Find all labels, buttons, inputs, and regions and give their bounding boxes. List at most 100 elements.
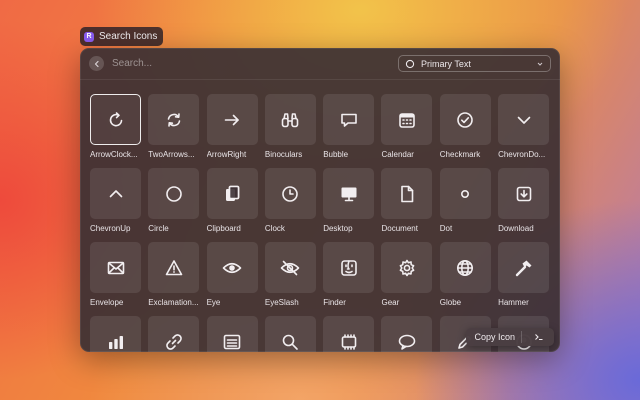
icon-tile[interactable] (323, 94, 375, 145)
icon-tile[interactable] (439, 242, 491, 293)
more-actions-button[interactable] (528, 330, 550, 344)
link-icon (165, 333, 182, 350)
main-window: Primary Text ArrowClock... TwoArrows... Ar… (80, 48, 560, 352)
icon-grid-item[interactable]: Gear (381, 242, 433, 316)
icon-grid-item[interactable] (381, 316, 433, 352)
chevron-down-icon (537, 62, 543, 66)
icon-label: Binoculars (264, 150, 303, 159)
icon-tile[interactable] (90, 168, 141, 219)
icon-grid-item[interactable]: EyeSlash (264, 242, 316, 316)
icon-label: Eye (206, 298, 221, 307)
icon-grid-item[interactable]: Eye (206, 242, 258, 316)
icon-grid-item[interactable]: Dot (439, 168, 491, 242)
icon-grid-item[interactable] (264, 316, 316, 352)
action-separator (521, 331, 522, 343)
text-style-dropdown[interactable]: Primary Text (398, 55, 551, 72)
icon-grid-item[interactable]: ArrowRight (206, 94, 258, 168)
icon-tile[interactable] (206, 316, 258, 352)
chevron-left-icon (94, 60, 99, 67)
icon-label: Clipboard (206, 224, 241, 233)
icon-tile[interactable] (498, 242, 550, 293)
icon-grid-item[interactable]: Circle (148, 168, 200, 242)
icon-grid-item[interactable]: Clock (264, 168, 316, 242)
icon-tile[interactable] (264, 94, 316, 145)
icon-grid-item[interactable]: Envelope (90, 242, 141, 316)
icon-label: Calendar (381, 150, 414, 159)
globe-icon (457, 259, 474, 276)
two-arrows-circle-icon (167, 112, 181, 127)
icon-grid-item[interactable]: Finder (323, 242, 375, 316)
envelope-icon (107, 261, 124, 274)
icon-grid-item[interactable] (90, 316, 141, 352)
finder-icon (340, 259, 357, 276)
icon-label: Clock (264, 224, 285, 233)
app-title: Search Icons (99, 31, 158, 42)
icon-tile[interactable] (323, 242, 375, 293)
icon-tile[interactable] (206, 242, 258, 293)
icon-grid-item[interactable]: Calendar (381, 94, 433, 168)
gear-icon (399, 259, 415, 276)
icon-tile[interactable] (381, 316, 433, 352)
arrow-clockwise-icon (109, 111, 122, 126)
icon-tile[interactable] (498, 168, 550, 219)
search-bar: Primary Text (80, 48, 560, 80)
dot-icon (461, 189, 470, 198)
icon-grid-item[interactable] (323, 316, 375, 352)
icon-grid-item[interactable] (148, 316, 200, 352)
icon-tile[interactable] (206, 94, 258, 145)
icon-tile[interactable] (264, 316, 316, 352)
circle-icon (165, 185, 182, 202)
icon-label: EyeSlash (264, 298, 299, 307)
app-icon: R (84, 31, 94, 42)
icon-tile[interactable] (206, 168, 258, 219)
icon-grid-item[interactable] (206, 316, 258, 352)
hammer-icon (515, 260, 532, 276)
icon-tile[interactable] (264, 242, 316, 293)
icon-tile[interactable] (148, 242, 200, 293)
icon-tile[interactable] (90, 94, 141, 145)
speech-bubble-icon (398, 334, 416, 350)
icon-tile[interactable] (498, 94, 550, 145)
icon-label: ArrowClock... (90, 150, 138, 159)
checkmark-icon (457, 111, 474, 128)
icon-tile[interactable] (323, 316, 375, 352)
icon-tile[interactable] (439, 94, 491, 145)
icon-label: Gear (381, 298, 400, 307)
icon-grid-item[interactable]: Bubble (323, 94, 375, 168)
icon-grid-item[interactable]: Checkmark (439, 94, 491, 168)
magnifying-glass-icon (283, 334, 299, 350)
icon-label: Exclamation... (148, 298, 199, 307)
back-button[interactable] (89, 56, 104, 71)
icon-tile[interactable] (323, 168, 375, 219)
icon-label: Dot (439, 224, 453, 233)
action-bar: Copy Icon (466, 328, 554, 346)
memory-chip-icon (341, 333, 356, 350)
icon-grid-item[interactable]: ArrowClock... (90, 94, 141, 168)
icon-grid-item[interactable]: Binoculars (264, 94, 316, 168)
icon-grid-item[interactable]: Exclamation... (148, 242, 200, 316)
icon-grid-item[interactable]: Document (381, 168, 433, 242)
icon-tile[interactable] (381, 242, 433, 293)
icon-tile[interactable] (381, 94, 433, 145)
copy-icon-button[interactable]: Copy Icon (474, 332, 515, 342)
icon-tile[interactable] (264, 168, 316, 219)
search-input[interactable] (110, 57, 398, 70)
icon-tile[interactable] (148, 168, 200, 219)
icon-grid-item[interactable]: Clipboard (206, 168, 258, 242)
list-icon (223, 334, 241, 349)
icon-tile[interactable] (148, 94, 200, 145)
icon-grid-item[interactable]: Globe (439, 242, 491, 316)
icon-grid-item[interactable]: TwoArrows... (148, 94, 200, 168)
icon-grid-item[interactable]: Download (498, 168, 550, 242)
icon-tile[interactable] (381, 168, 433, 219)
clipboard-icon (226, 185, 240, 201)
icon-tile[interactable] (439, 168, 491, 219)
icon-tile[interactable] (148, 316, 200, 352)
icon-grid-item[interactable]: ChevronUp (90, 168, 141, 242)
icon-tile[interactable] (90, 242, 141, 293)
icon-grid-item[interactable]: ChevronDo... (498, 94, 550, 168)
icon-tile[interactable] (90, 316, 141, 352)
icon-grid-item[interactable]: Desktop (323, 168, 375, 242)
icon-label: ArrowRight (206, 150, 247, 159)
icon-grid-item[interactable]: Hammer (498, 242, 550, 316)
